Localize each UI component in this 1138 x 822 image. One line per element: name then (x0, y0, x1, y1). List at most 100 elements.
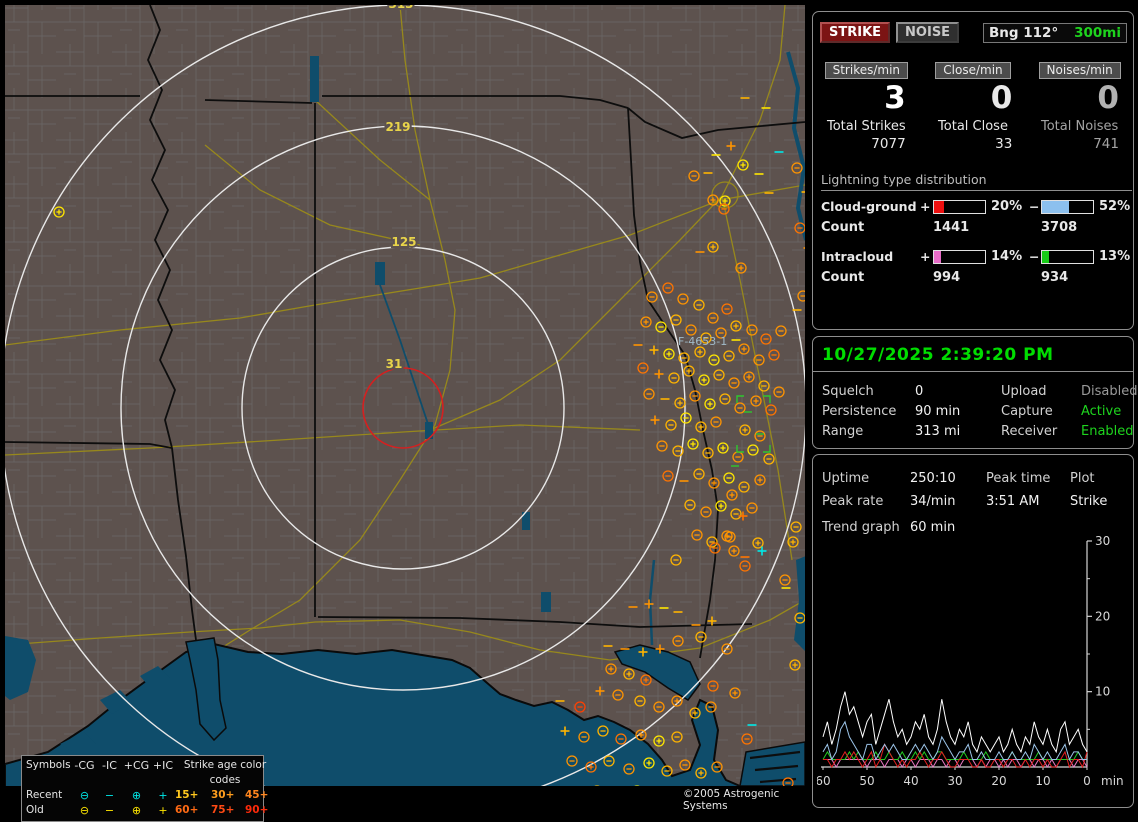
cloud-ground-row: Cloud-ground + 20% − 52% (821, 199, 1133, 214)
map-area[interactable]: 313 219 125 31 F-4653-1 Symbols -CG -IC +CG … (0, 0, 810, 822)
distribution-title: Lightning type distribution (821, 172, 1132, 191)
recent-circle-plus-icon: ⊕ (131, 789, 142, 802)
legend-old-label: Old (26, 804, 44, 816)
minus-sign: − (1029, 199, 1040, 214)
age-75: 75+ (211, 804, 235, 816)
uptime-value: 250:10 (910, 471, 956, 486)
persistence-value: 90 min (915, 404, 961, 419)
age-45: 45+ (245, 789, 269, 801)
range-setting-value: 313 mi (915, 424, 961, 439)
range-value: 300mi (1074, 24, 1121, 41)
trend-y-tick-label: 30 (1095, 534, 1110, 548)
old-minus-icon: − (104, 804, 115, 817)
recent-minus-icon: − (104, 789, 115, 802)
recent-plus-icon: + (158, 789, 168, 802)
count-label: Count (821, 220, 865, 235)
strikes-per-min-value: 3 (884, 80, 906, 116)
cg-negative-count: 3708 (1041, 220, 1078, 235)
legend-age-header: Strike age color codes (183, 759, 267, 786)
plot-value: Strike (1070, 494, 1108, 509)
cg-positive-count: 1441 (933, 220, 970, 235)
ic-negative-bar (1041, 249, 1094, 264)
cg-positive-pct: 20% (991, 199, 1023, 214)
trend-series-total (822, 691, 1088, 754)
total-close-value: 33 (995, 136, 1013, 152)
legend-ic-neg-header: -IC (102, 759, 117, 772)
minus-sign: − (1029, 249, 1040, 264)
strike-symbol (634, 785, 640, 786)
strike-symbol (594, 785, 600, 786)
cloud-ground-label: Cloud-ground (821, 199, 917, 214)
trend-x-tick-label: 0 (1083, 774, 1091, 788)
legend-ic-pos-header: +IC (152, 759, 174, 772)
range-setting-label: Range (822, 424, 864, 439)
intracloud-row: Intracloud + 14% − 13% (821, 249, 1133, 264)
clock-display: 10/27/2025 2:39:20 PM (813, 337, 1133, 372)
total-noises-label: Total Noises (1040, 119, 1119, 134)
trend-panel: Uptime 250:10 Peak time Plot Peak rate 3… (812, 454, 1134, 808)
old-plus-icon: + (158, 804, 168, 817)
noise-toggle-button[interactable]: NOISE (896, 22, 960, 43)
total-noises-value: 741 (1093, 136, 1119, 152)
trend-x-tick-label: 10 (1035, 774, 1050, 788)
capture-label: Capture (1001, 404, 1053, 419)
age-15: 15+ (175, 789, 199, 801)
recent-circle-minus-icon: ⊖ (79, 789, 90, 802)
cg-negative-pct: 52% (1099, 199, 1131, 214)
total-strikes-value: 7077 (871, 136, 906, 152)
ic-positive-count: 994 (933, 270, 961, 285)
trend-y-tick-label: 10 (1095, 685, 1110, 699)
trend-x-unit: min (1101, 774, 1124, 788)
ring-label-313: 313 (388, 0, 413, 11)
peak-rate-label: Peak rate (822, 494, 884, 509)
total-strikes-label: Total Strikes (827, 119, 906, 134)
noises-per-min-badge: Noises/min (1038, 62, 1121, 79)
ring-label-31: 31 (386, 357, 403, 371)
close-per-min-value: 0 (990, 80, 1013, 116)
trend-graph: 10 20 30 60 50 40 30 20 10 0 min (817, 534, 1124, 788)
close-per-min-badge: Close/min (935, 62, 1011, 79)
trend-x-tick-label: 60 (817, 774, 831, 788)
bearing-value: Bng 112° (989, 24, 1059, 41)
lightning-map[interactable]: 313 219 125 31 F-4653-1 (0, 0, 810, 790)
age-60: 60+ (175, 804, 199, 816)
bearing-range-display: Bng 112° 300mi (983, 22, 1127, 43)
ic-negative-pct: 13% (1099, 249, 1131, 264)
plus-sign: + (920, 199, 931, 214)
status-panel: 10/27/2025 2:39:20 PM Squelch 0 Upload D… (812, 336, 1138, 449)
legend-symbols-header: Symbols (26, 759, 71, 771)
trend-series--CG (822, 720, 1087, 761)
old-circle-minus-icon: ⊖ (79, 804, 90, 817)
trend-x-tick-label: 50 (859, 774, 874, 788)
intracloud-label: Intracloud (821, 249, 894, 264)
count-label: Count (821, 270, 865, 285)
intracloud-count-row: Count 994 934 (821, 270, 1133, 285)
old-circle-plus-icon: ⊕ (131, 804, 142, 817)
storm-cell-label: F-4653-1 (678, 335, 727, 348)
squelch-label: Squelch (822, 384, 874, 399)
capture-status: Active (1081, 404, 1122, 419)
trend-y-tick-label: 20 (1095, 609, 1110, 623)
noises-per-min-column: Noises/min 0 Total Noises 741 (1026, 59, 1133, 152)
strike-toggle-button[interactable]: STRIKE (820, 22, 891, 43)
squelch-value: 0 (915, 384, 924, 399)
upload-status: Disabled (1081, 384, 1138, 399)
trend-x-tick-label: 30 (947, 774, 962, 788)
trend-x-tick-label: 40 (903, 774, 918, 788)
ic-negative-count: 934 (1041, 270, 1069, 285)
peak-time-value: 3:51 AM (986, 494, 1040, 509)
legend-cg-neg-header: -CG (74, 759, 95, 772)
strikes-per-min-column: Strikes/min 3 Total Strikes 7077 (813, 59, 920, 152)
plus-sign: + (920, 249, 931, 264)
cg-positive-bar (933, 199, 986, 214)
cloud-ground-count-row: Count 1441 3708 (821, 220, 1133, 235)
peak-rate-value: 34/min (910, 494, 956, 509)
noises-per-min-value: 0 (1097, 80, 1119, 116)
age-90: 90+ (245, 804, 269, 816)
legend-recent-label: Recent (26, 789, 63, 801)
ic-positive-bar (933, 249, 986, 264)
legend-cg-pos-header: +CG (123, 759, 150, 772)
ring-label-219: 219 (385, 120, 410, 134)
cg-negative-bar (1041, 199, 1094, 214)
strikes-per-min-badge: Strikes/min (824, 62, 909, 79)
